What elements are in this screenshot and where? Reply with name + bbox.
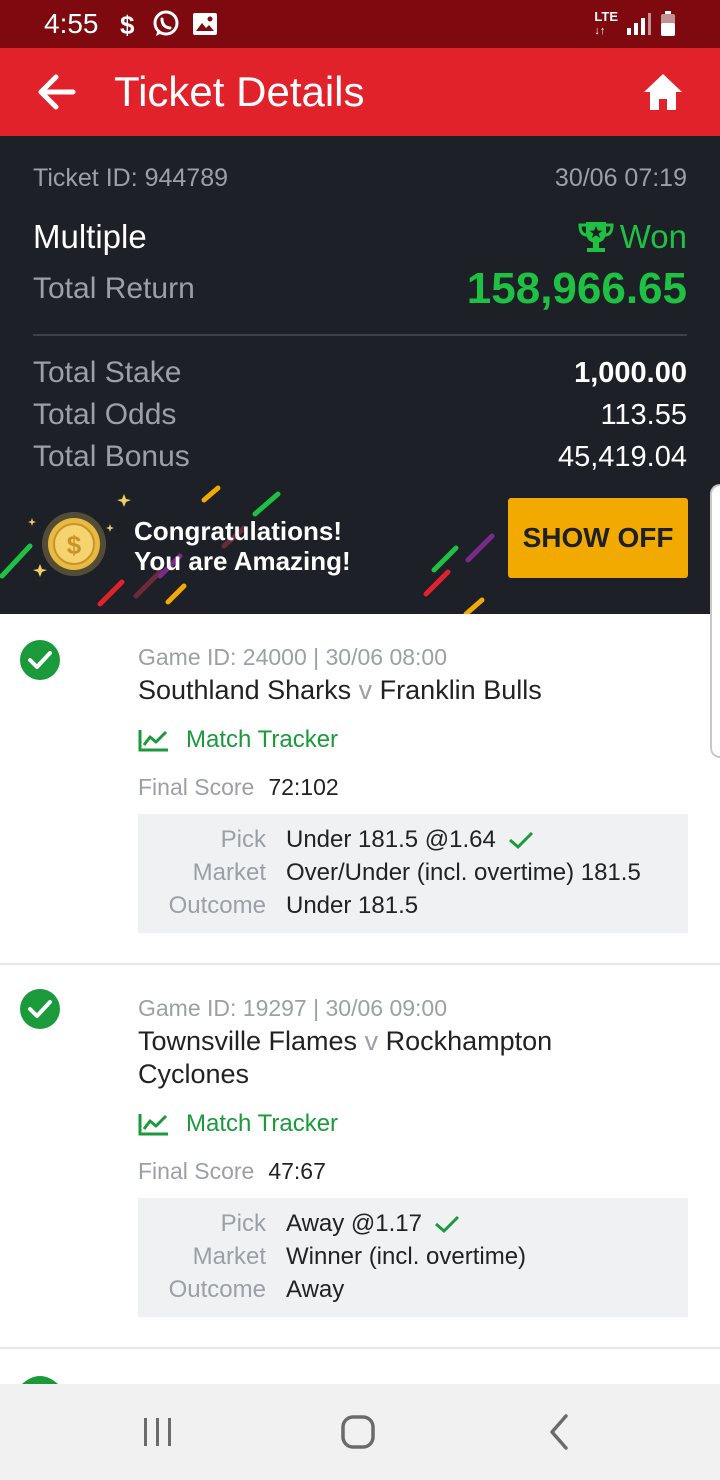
final-score-value: 72:102 xyxy=(268,774,339,800)
gallery-icon xyxy=(193,13,217,35)
arrow-left-icon[interactable] xyxy=(36,74,76,110)
svg-text:$: $ xyxy=(67,530,82,560)
check-circle-icon xyxy=(20,640,60,680)
final-score: Final Score 72:102 xyxy=(138,774,339,801)
market-row: Market Over/Under (incl. overtime) 181.5 xyxy=(138,859,688,892)
chart-line-icon xyxy=(138,1114,168,1136)
home-team: Townsville Flames xyxy=(138,1026,358,1056)
outcome-label: Outcome xyxy=(168,892,266,919)
divider xyxy=(33,334,687,336)
congrats-line-2: You are Amazing! xyxy=(134,546,351,576)
ticket-id: Ticket ID: 944789 xyxy=(33,164,229,192)
page-title: Ticket Details xyxy=(114,68,365,115)
check-circle-icon xyxy=(22,1376,58,1384)
away-team: Franklin Bulls xyxy=(379,675,542,705)
congrats-line-1: Congratulations! xyxy=(134,516,342,546)
pick-value: Away @1.17 xyxy=(286,1210,460,1238)
outcome-value: Away xyxy=(286,1276,345,1303)
final-score-value: 47:67 xyxy=(268,1158,326,1184)
chart-line-icon xyxy=(138,730,168,752)
versus-label: v xyxy=(364,1026,379,1056)
total-return-label: Total Return xyxy=(33,272,195,305)
game-meta: Game ID: 19297 | 30/06 09:00 xyxy=(138,995,448,1021)
game-title: Townsville Flames v Rockhampton Cyclones xyxy=(138,1025,608,1091)
ticket-type: Multiple xyxy=(33,218,147,255)
outcome-value: Under 181.5 xyxy=(286,892,419,919)
ticket-summary-card: Ticket ID: 944789 30/06 07:19 Multiple W… xyxy=(0,136,720,614)
market-value: Winner (incl. overtime) xyxy=(286,1243,527,1270)
market-row: Market Winner (incl. overtime) xyxy=(138,1243,688,1276)
total-return-value: 158,966.65 xyxy=(466,264,687,313)
market-value: Over/Under (incl. overtime) 181.5 xyxy=(286,859,641,886)
app-bar: Ticket Details xyxy=(0,48,720,136)
game-card: Game ID: 19297 | 30/06 09:00 Townsville … xyxy=(0,965,720,1347)
status-system-icons: LTE ↓↑ xyxy=(594,8,676,40)
congrats-banner: $ Congratulations! You are Amazing! SHOW… xyxy=(0,476,720,614)
final-score-label: Final Score xyxy=(138,774,255,800)
match-tracker-label: Match Tracker xyxy=(186,726,339,753)
check-circle-icon xyxy=(20,989,60,1029)
back-chevron-icon[interactable] xyxy=(540,1412,580,1452)
pick-text: Away @1.17 xyxy=(286,1210,422,1237)
congrats-text: Congratulations! You are Amazing! xyxy=(134,516,351,576)
total-bonus-value: 45,419.04 xyxy=(557,441,687,473)
status-time: 4:55 xyxy=(44,8,99,39)
scrollbar-handle[interactable] xyxy=(710,484,720,758)
status-label: Won xyxy=(619,218,687,255)
total-odds-value: 113.55 xyxy=(600,399,687,431)
game-card: Game ID: 24000 | 30/06 08:00 Southland S… xyxy=(0,614,720,964)
home-circle-icon[interactable] xyxy=(338,1412,378,1452)
outcome-label: Outcome xyxy=(168,1276,266,1303)
show-off-button[interactable]: SHOW OFF xyxy=(508,498,688,578)
battery-icon xyxy=(661,11,675,36)
home-team: Southland Sharks xyxy=(138,675,352,705)
network-label: LTE xyxy=(594,9,618,24)
svg-text:$: $ xyxy=(120,10,135,38)
whatsapp-icon xyxy=(153,10,179,36)
pick-row: Pick Under 181.5 @1.64 xyxy=(138,826,688,859)
checkmark-icon xyxy=(435,1215,460,1234)
signal-icon xyxy=(627,13,651,35)
ticket-status: Won xyxy=(578,218,687,256)
outcome-row: Outcome Under 181.5 xyxy=(138,892,688,925)
status-bar: 4:55 $ LTE ↓↑ xyxy=(0,0,720,48)
home-icon[interactable] xyxy=(642,72,684,112)
pick-label: Pick xyxy=(220,1210,266,1237)
match-tracker-link[interactable]: Match Tracker xyxy=(138,1110,338,1138)
final-score-label: Final Score xyxy=(138,1158,255,1184)
match-tracker-link[interactable]: Match Tracker xyxy=(138,726,338,754)
match-tracker-label: Match Tracker xyxy=(186,1110,339,1137)
total-odds-label: Total Odds xyxy=(33,398,177,431)
lte-icon: LTE ↓↑ xyxy=(594,9,618,37)
outcome-row: Outcome Away xyxy=(138,1276,688,1309)
bet-details-box: Pick Under 181.5 @1.64 Market Over/Under… xyxy=(138,814,688,933)
dollar-icon: $ xyxy=(120,10,135,38)
pick-text: Under 181.5 @1.64 xyxy=(286,826,496,853)
total-stake-label: Total Stake xyxy=(33,356,182,389)
game-title: Southland Sharks v Franklin Bulls xyxy=(138,674,698,707)
recent-apps-icon[interactable] xyxy=(138,1412,178,1452)
total-bonus-label: Total Bonus xyxy=(33,440,190,473)
pick-label: Pick xyxy=(220,826,266,853)
coin-icon: $ xyxy=(42,512,106,576)
system-nav-bar xyxy=(0,1384,720,1480)
market-label: Market xyxy=(192,1243,266,1270)
bet-details-box: Pick Away @1.17 Market Winner (incl. ove… xyxy=(138,1198,688,1317)
divider xyxy=(0,1347,720,1349)
trophy-icon xyxy=(578,222,614,252)
total-stake-value: 1,000.00 xyxy=(574,357,687,389)
pick-row: Pick Away @1.17 xyxy=(138,1210,688,1243)
ticket-datetime: 30/06 07:19 xyxy=(554,164,687,192)
status-notification-icons: $ xyxy=(118,8,218,40)
versus-label: v xyxy=(358,675,373,705)
pick-value: Under 181.5 @1.64 xyxy=(286,826,534,854)
final-score: Final Score 47:67 xyxy=(138,1158,326,1185)
market-label: Market xyxy=(192,859,266,886)
game-meta: Game ID: 24000 | 30/06 08:00 xyxy=(138,644,448,670)
checkmark-icon xyxy=(508,831,533,850)
